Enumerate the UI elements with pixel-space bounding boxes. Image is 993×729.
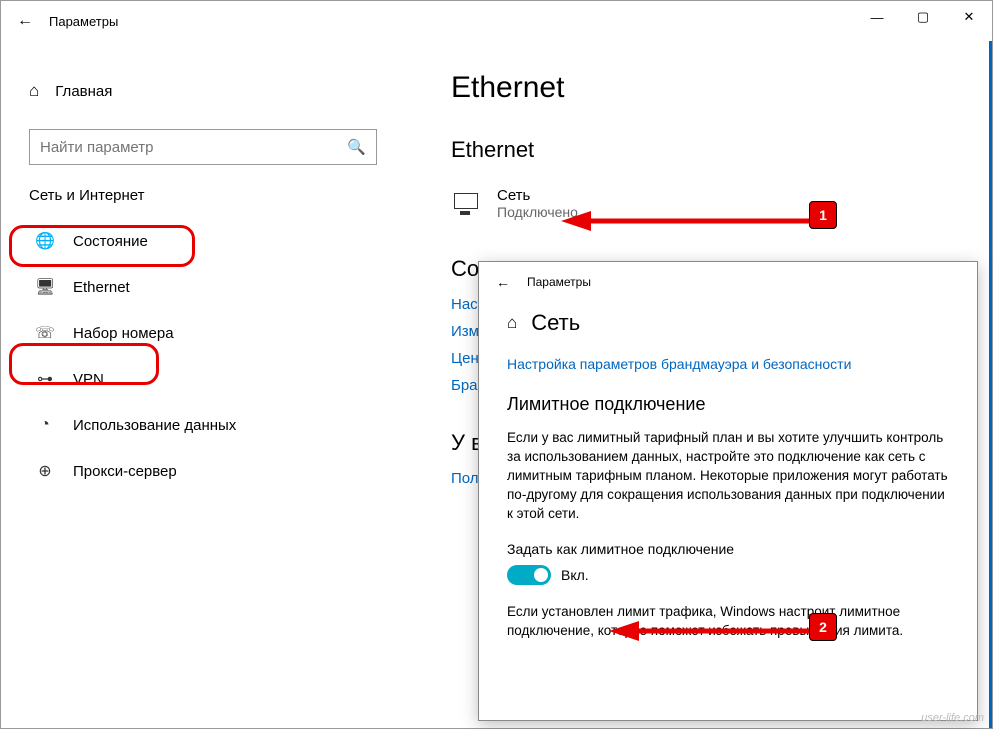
network-status: Подключено	[497, 204, 578, 220]
close-button[interactable]: ✕	[946, 1, 992, 33]
data-icon: ◔	[35, 416, 55, 434]
window-controls: — ▢ ✕	[854, 1, 992, 33]
sidebar-nav: 🌐 Состояние 🖥 Ethernet ☏ Набор номера ⊶ …	[29, 218, 383, 494]
callout-1: 1	[809, 201, 837, 229]
metered-note: Если установлен лимит трафика, Windows н…	[507, 603, 949, 641]
overlay-back-button[interactable]: ←	[479, 274, 527, 290]
network-name: Сеть	[497, 187, 578, 204]
sidebar-item-datausage[interactable]: ◔ Использование данных	[29, 402, 383, 448]
metered-description: Если у вас лимитный тарифный план и вы х…	[507, 429, 949, 523]
sidebar-item-label: Ethernet	[73, 279, 130, 296]
overlay-window: ← Параметры ⌂ Сеть Настройка параметров …	[478, 261, 978, 721]
sidebar-item-label: Набор номера	[73, 325, 174, 342]
home-icon: ⌂	[29, 81, 39, 101]
sidebar-item-status[interactable]: 🌐 Состояние	[29, 218, 383, 264]
back-button[interactable]: ←	[1, 12, 49, 30]
ethernet-icon: 🖥	[35, 277, 55, 297]
metered-toggle-label: Задать как лимитное подключение	[507, 541, 949, 557]
minimize-button[interactable]: —	[854, 1, 900, 33]
sidebar-home-label: Главная	[55, 83, 112, 100]
sidebar-item-label: Состояние	[73, 233, 148, 250]
window-title: Параметры	[49, 14, 118, 29]
vpn-icon: ⊶	[35, 369, 55, 389]
network-item[interactable]: Сеть Подключено	[451, 187, 959, 220]
metered-toggle-row: Вкл.	[507, 565, 949, 585]
network-ethernet-icon	[451, 193, 479, 215]
sidebar-section-label: Сеть и Интернет	[29, 187, 383, 204]
globe-icon: 🌐	[35, 231, 55, 251]
page-heading: Ethernet	[451, 71, 959, 105]
maximize-button[interactable]: ▢	[900, 1, 946, 33]
home-icon: ⌂	[507, 313, 517, 333]
firewall-link[interactable]: Настройка параметров брандмауэра и безоп…	[507, 356, 949, 372]
sidebar-item-vpn[interactable]: ⊶ VPN	[29, 356, 383, 402]
metered-toggle[interactable]	[507, 565, 551, 585]
page-subheading: Ethernet	[451, 137, 959, 163]
overlay-title: Параметры	[527, 275, 591, 289]
search-input[interactable]	[40, 139, 347, 156]
dialup-icon: ☏	[35, 323, 55, 343]
sidebar-item-label: Прокси-сервер	[73, 463, 177, 480]
proxy-icon: ⊕	[35, 461, 55, 481]
sidebar-item-proxy[interactable]: ⊕ Прокси-сервер	[29, 448, 383, 494]
window-titlebar: ← Параметры — ▢ ✕	[1, 1, 992, 41]
metered-toggle-state: Вкл.	[561, 567, 589, 583]
search-icon: 🔍	[347, 138, 366, 156]
sidebar-home[interactable]: ⌂ Главная	[29, 81, 383, 101]
sidebar-item-ethernet[interactable]: 🖥 Ethernet	[29, 264, 383, 310]
sidebar-item-label: Использование данных	[73, 417, 236, 434]
search-input-container[interactable]: 🔍	[29, 129, 377, 165]
sidebar-item-dialup[interactable]: ☏ Набор номера	[29, 310, 383, 356]
watermark: user-life.com	[921, 712, 984, 724]
overlay-page-title: Сеть	[531, 310, 580, 336]
metered-heading: Лимитное подключение	[507, 394, 949, 415]
callout-2: 2	[809, 613, 837, 641]
sidebar: ⌂ Главная 🔍 Сеть и Интернет 🌐 Состояние …	[1, 41, 411, 728]
sidebar-item-label: VPN	[73, 371, 104, 388]
overlay-header: ⌂ Сеть	[507, 310, 949, 336]
overlay-titlebar: ← Параметры	[479, 262, 977, 302]
